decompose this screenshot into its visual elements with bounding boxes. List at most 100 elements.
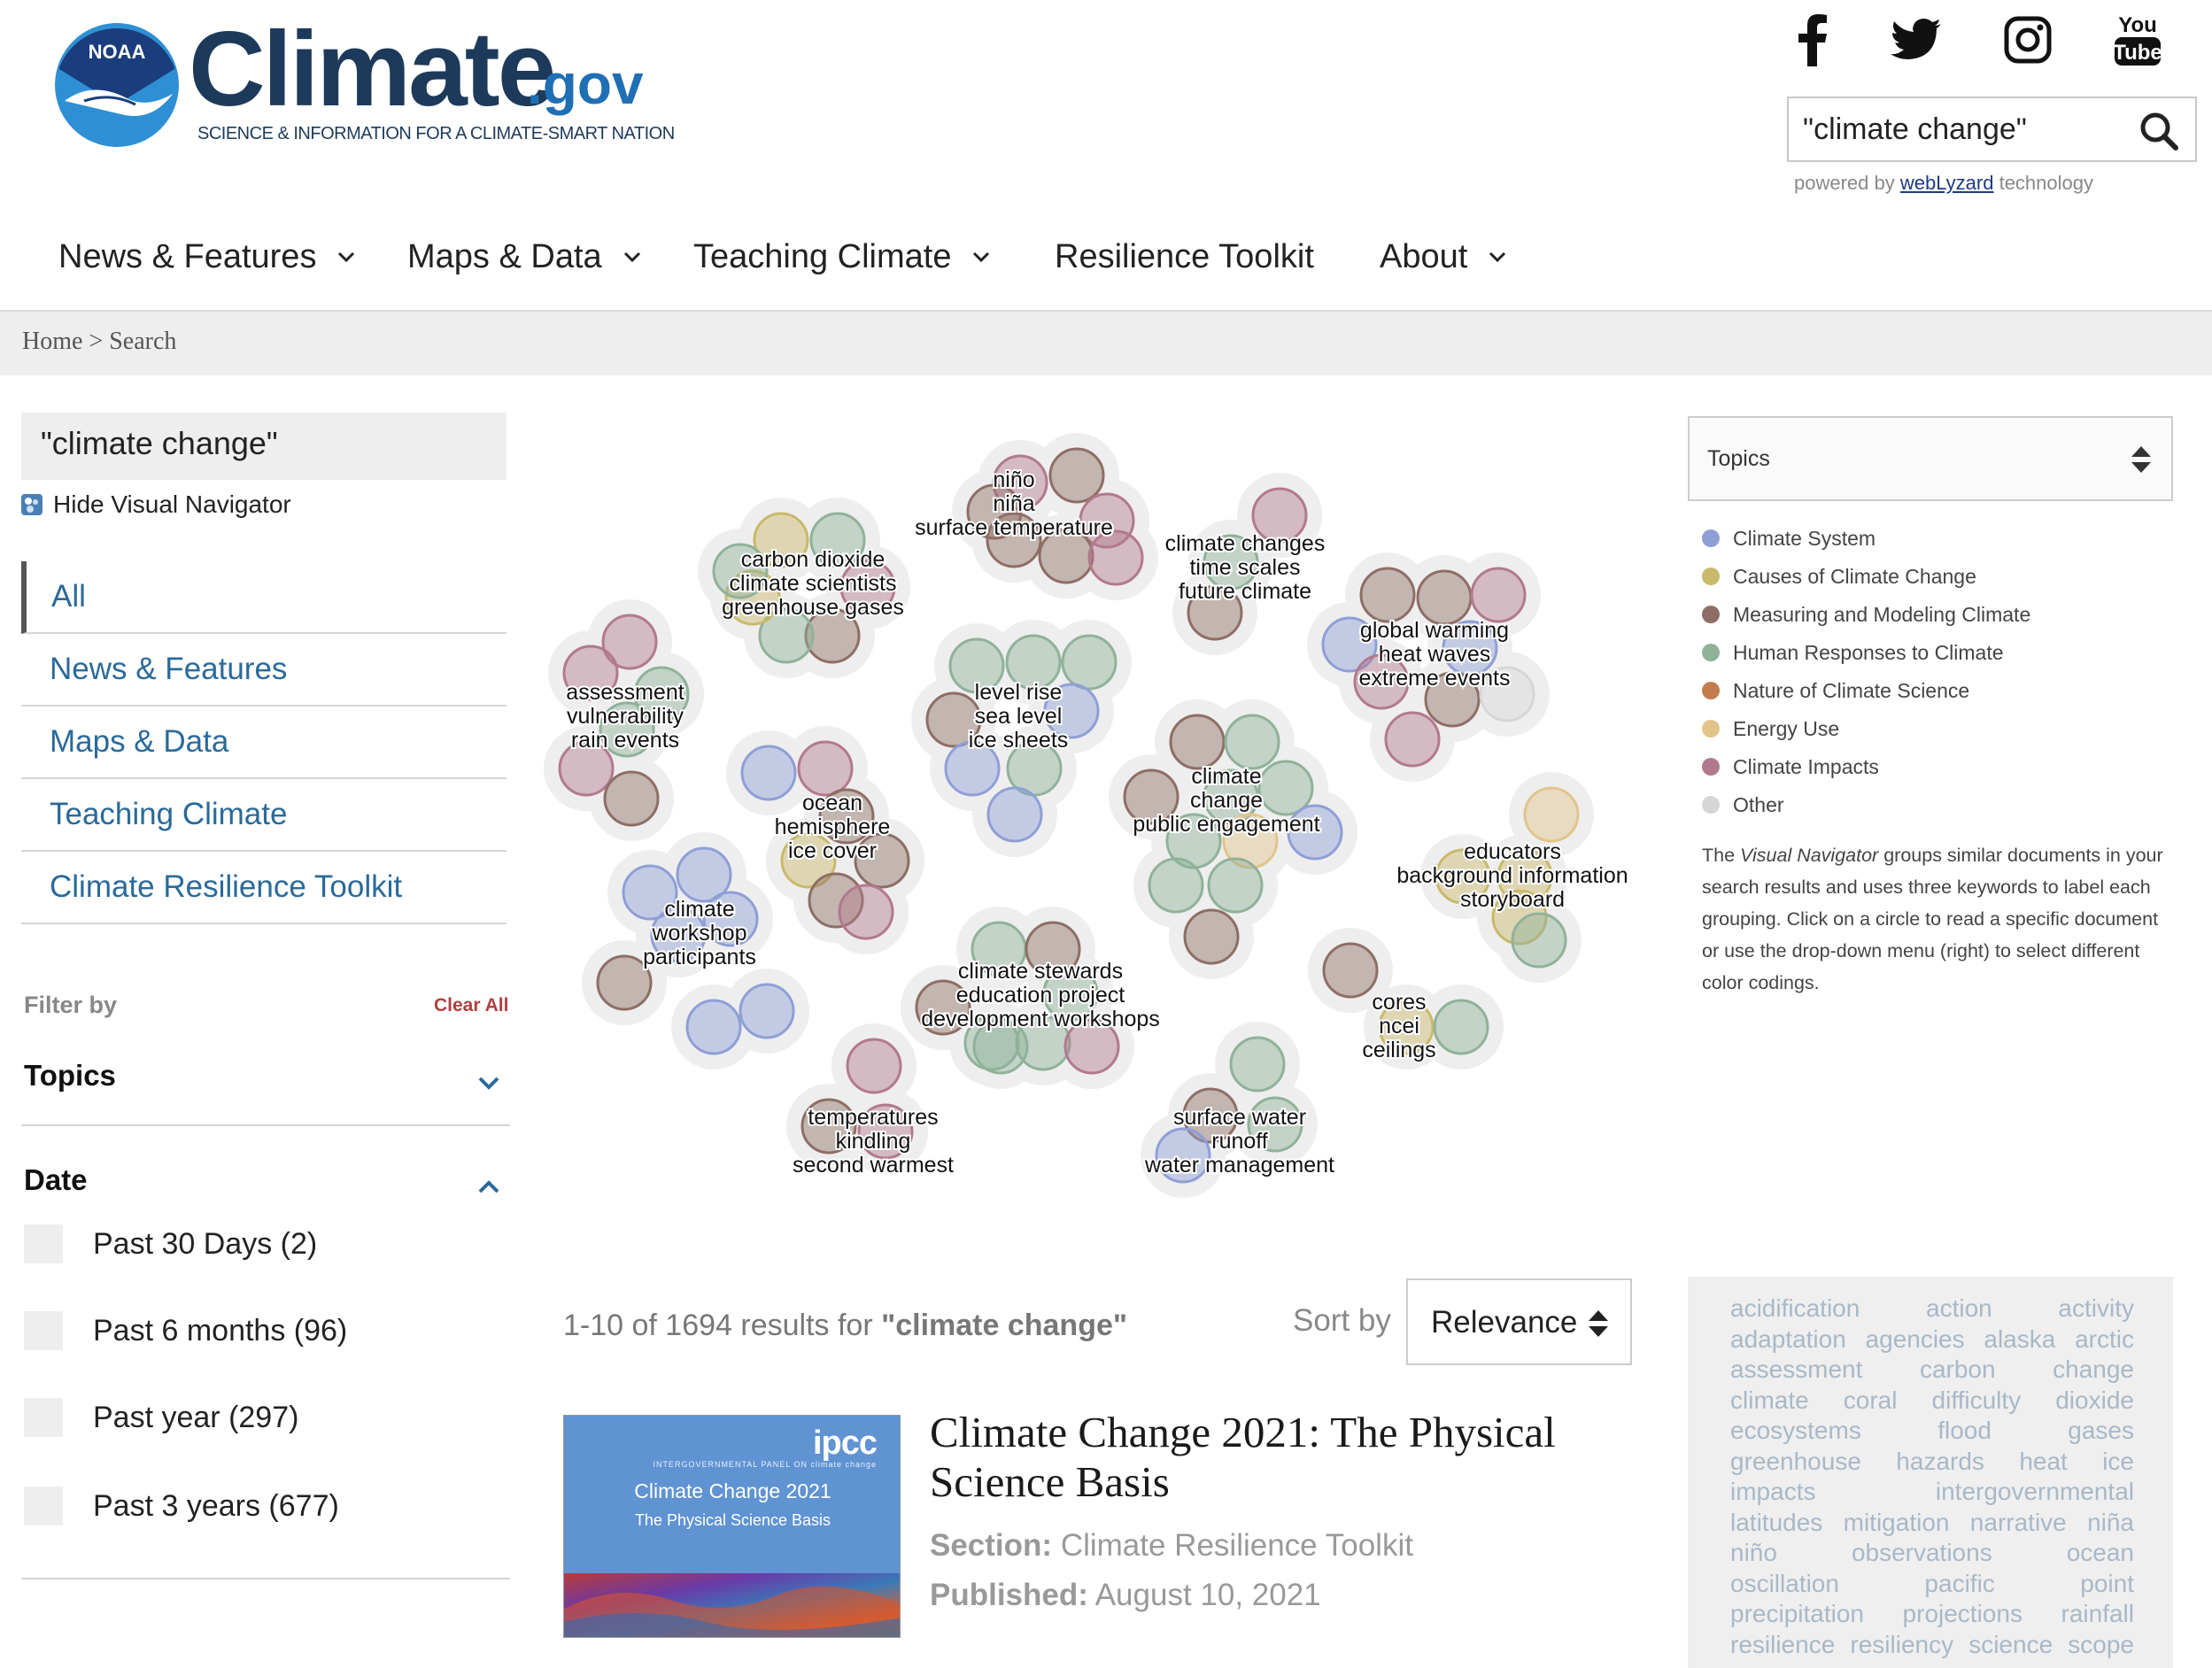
tag-cloud-term[interactable]: difficulty [1932, 1386, 2022, 1415]
tag-cloud-term[interactable]: rainfall [2061, 1600, 2134, 1628]
section-news-features[interactable]: News & Features [21, 634, 507, 707]
navigator-cluster[interactable]: climatechangepublic engagement [1109, 699, 1357, 979]
tag-cloud-term[interactable]: greenhouse [1730, 1448, 1861, 1476]
document-circle[interactable] [1148, 857, 1204, 914]
tag-cloud-term[interactable]: gases [2068, 1417, 2134, 1445]
document-circle[interactable] [1229, 1036, 1286, 1093]
section-maps-data[interactable]: Maps & Data [21, 707, 507, 779]
tag-cloud-term[interactable]: arctic [2075, 1325, 2134, 1354]
navigator-cluster[interactable]: educatorsbackground informationstoryboar… [1395, 772, 1630, 983]
document-circle[interactable] [1169, 714, 1226, 770]
section-climate-resilience-toolkit[interactable]: Climate Resilience Toolkit [21, 852, 507, 924]
date-option-past-year[interactable]: Past year (297) [24, 1395, 298, 1440]
breadcrumb-home[interactable]: Home [22, 328, 82, 355]
result-title-link[interactable]: Climate Change 2021: The Physical Scienc… [930, 1408, 1638, 1507]
document-circle[interactable] [1322, 942, 1379, 999]
navigator-cluster[interactable]: climate changestime scalesfuture climate [1164, 473, 1326, 655]
tag-cloud-term[interactable]: science [1968, 1631, 2053, 1659]
checkbox[interactable] [24, 1311, 63, 1350]
navigator-cluster[interactable]: assessmentvulnerabilityrain events [544, 599, 704, 841]
document-circle[interactable] [1207, 857, 1264, 914]
tag-cloud-term[interactable]: niña [2087, 1509, 2134, 1537]
tag-cloud-term[interactable]: adaptation [1730, 1325, 1846, 1354]
tag-cloud-term[interactable]: hazards [1896, 1448, 1984, 1476]
tag-cloud-term[interactable]: niño [1730, 1539, 1777, 1567]
document-circle[interactable] [838, 884, 894, 940]
tag-cloud-term[interactable]: ocean [2067, 1539, 2134, 1567]
sort-select[interactable]: Relevance [1406, 1278, 1632, 1365]
tag-cloud-term[interactable]: projections [1903, 1600, 2023, 1628]
checkbox[interactable] [24, 1487, 63, 1525]
tag-cloud-term[interactable]: scope [2068, 1631, 2134, 1659]
document-circle[interactable] [1048, 447, 1105, 504]
tag-cloud-term[interactable]: pacific [1924, 1570, 1994, 1598]
document-circle[interactable] [797, 740, 854, 797]
navigator-cluster[interactable]: coresnceiceilings [1308, 928, 1504, 1070]
checkbox[interactable] [24, 1398, 63, 1437]
tag-cloud-term[interactable]: acidification [1730, 1294, 1860, 1323]
tag-cloud-term[interactable]: ice [2102, 1448, 2134, 1476]
document-circle[interactable] [846, 1038, 902, 1094]
tag-cloud-term[interactable]: latitudes [1730, 1509, 1822, 1537]
tag-cloud-term[interactable]: agencies [1866, 1325, 1965, 1354]
navigator-cluster[interactable]: level risesea levelice sheets [911, 620, 1132, 857]
facebook-link[interactable] [1776, 9, 1847, 71]
color-coding-select[interactable]: Topics [1688, 416, 2173, 501]
nav-maps-data[interactable]: Maps & Data [407, 230, 643, 283]
date-option-6-months[interactable]: Past 6 months (96) [24, 1309, 347, 1353]
tag-cloud-term[interactable]: point [2080, 1570, 2134, 1598]
tag-cloud-term[interactable]: resilience [1730, 1631, 1835, 1659]
site-logo[interactable]: NOAA Climate .gov SCIENCE & INFORMATION … [49, 11, 675, 158]
navigator-cluster[interactable]: carbon dioxideclimate scientistsgreenhou… [698, 498, 910, 678]
twitter-link[interactable] [1881, 9, 1952, 71]
tag-cloud-term[interactable]: dioxide [2055, 1386, 2134, 1415]
tag-cloud-term[interactable]: assessment [1730, 1355, 1862, 1384]
document-circle[interactable] [1433, 999, 1489, 1055]
document-circle[interactable] [1511, 912, 1567, 969]
document-circle[interactable] [685, 999, 742, 1055]
document-circle[interactable] [1359, 567, 1416, 623]
tag-cloud-term[interactable]: action [1926, 1294, 1992, 1323]
document-circle[interactable] [1224, 714, 1280, 770]
search-icon[interactable] [2139, 111, 2179, 151]
date-option-30-days[interactable]: Past 30 Days (2) [24, 1222, 317, 1266]
topics-facet-toggle[interactable]: Topics [24, 1059, 511, 1112]
document-circle[interactable] [603, 770, 660, 827]
search-input[interactable] [1801, 105, 2123, 153]
checkbox[interactable] [24, 1224, 63, 1263]
document-circle[interactable] [740, 745, 797, 801]
nav-news-features[interactable]: News & Features [58, 230, 357, 283]
tag-cloud-term[interactable]: precipitation [1730, 1600, 1864, 1628]
navigator-cluster[interactable]: global warmingheat wavesextreme events [1307, 552, 1550, 782]
tag-cloud-term[interactable]: observations [1852, 1539, 1992, 1567]
navigator-cluster[interactable]: climate stewardseducation projectdevelop… [901, 907, 1162, 1089]
navigator-cluster[interactable]: surface waterrunoffwater management [1141, 1022, 1336, 1198]
navigator-cluster[interactable]: niñoniñasurface temperature [913, 433, 1158, 600]
tag-cloud-term[interactable]: ecosystems [1730, 1417, 1861, 1445]
document-circle[interactable] [1183, 908, 1240, 965]
section-teaching-climate[interactable]: Teaching Climate [21, 779, 507, 852]
tag-cloud-term[interactable]: intergovernmental [1936, 1478, 2134, 1506]
instagram-link[interactable] [1992, 9, 2063, 71]
hide-visual-navigator-toggle[interactable]: Hide Visual Navigator [21, 487, 291, 522]
date-facet-toggle[interactable]: Date [24, 1163, 511, 1216]
document-circle[interactable] [1416, 569, 1473, 626]
nav-resilience-toolkit[interactable]: Resilience Toolkit [1055, 230, 1314, 283]
tag-cloud-term[interactable]: climate [1730, 1386, 1809, 1415]
clear-all-link[interactable]: Clear All [434, 995, 508, 1016]
section-all[interactable]: All [21, 561, 507, 634]
tag-cloud-term[interactable]: flood [1937, 1417, 1992, 1445]
tag-cloud-term[interactable]: mitigation [1844, 1509, 1950, 1537]
tag-cloud-term[interactable]: carbon [1920, 1355, 1996, 1384]
tag-cloud-term[interactable]: activity [2058, 1294, 2134, 1323]
document-circle[interactable] [1523, 786, 1580, 843]
document-circle[interactable] [1384, 711, 1441, 768]
document-circle[interactable] [1470, 567, 1527, 623]
tag-cloud-term[interactable]: impacts [1730, 1478, 1815, 1506]
tag-cloud-term[interactable]: oscillation [1730, 1570, 1839, 1598]
result-thumbnail[interactable]: ipcc INTERGOVERNMENTAL PANEL ON climate … [563, 1415, 901, 1638]
document-circle[interactable] [739, 983, 795, 1039]
nav-teaching-climate[interactable]: Teaching Climate [693, 230, 992, 283]
document-circle[interactable] [986, 786, 1043, 843]
tag-cloud-term[interactable]: heat [2019, 1448, 2068, 1476]
